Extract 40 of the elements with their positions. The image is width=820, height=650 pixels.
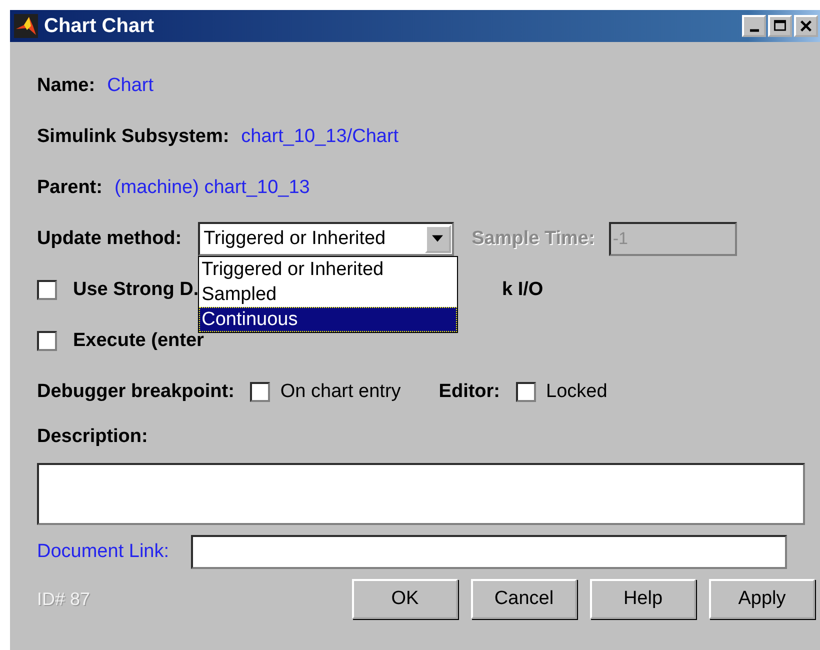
- parent-label: Parent:: [37, 176, 102, 198]
- dialog-button[interactable]: OK: [352, 579, 458, 619]
- sample-time-label: Sample Time:: [472, 228, 595, 250]
- checkbox-label: k I/O: [502, 278, 544, 300]
- debugger-breakpoint-label: Debugger breakpoint:: [37, 380, 234, 402]
- update-method-label: Update method:: [37, 228, 182, 250]
- window-title: Chart Chart: [44, 14, 156, 38]
- description-label: Description:: [37, 426, 148, 448]
- dialog-button[interactable]: Cancel: [471, 579, 577, 619]
- checkbox[interactable]: [250, 382, 270, 402]
- peak-logo-icon: [14, 14, 38, 38]
- update-method-dropdown[interactable]: Triggered or Inherited: [198, 222, 454, 256]
- dropdown-option[interactable]: Triggered or Inherited: [198, 256, 457, 282]
- dropdown-option[interactable]: Continuous: [198, 306, 457, 332]
- maximize-icon: [773, 19, 787, 33]
- name-label: Name:: [37, 74, 96, 96]
- document-link[interactable]: Document Link:: [37, 541, 170, 563]
- subsystem-label: Simulink Subsystem:: [37, 126, 230, 148]
- parent-link[interactable]: (machine) chart_10_13: [114, 176, 310, 198]
- caret-icon: [432, 235, 444, 242]
- maximize-button[interactable]: [768, 15, 792, 37]
- close-icon: [799, 19, 813, 33]
- checkbox[interactable]: [516, 382, 536, 402]
- editor-label: Editor:: [438, 380, 500, 402]
- checkbox-label: Use Strong D.: [73, 278, 199, 300]
- checkbox-label: Execute (enter: [73, 330, 204, 352]
- dialog-button[interactable]: Apply: [709, 579, 815, 619]
- checkbox[interactable]: [37, 330, 57, 350]
- description-field[interactable]: [37, 463, 805, 525]
- minimize-button[interactable]: [742, 15, 766, 37]
- on-chart-entry-label: On chart entry: [280, 380, 401, 402]
- document-link-field[interactable]: [191, 535, 788, 569]
- subsystem-link[interactable]: chart_10_13/Chart: [241, 126, 399, 148]
- name-link[interactable]: Chart: [107, 74, 154, 96]
- dropdown-option[interactable]: Sampled: [198, 282, 457, 306]
- checkbox[interactable]: [37, 280, 57, 300]
- close-button[interactable]: [794, 15, 818, 37]
- locked-label: Locked: [546, 380, 608, 402]
- minimize-icon: [750, 29, 758, 32]
- dialog-button[interactable]: Help: [590, 579, 696, 619]
